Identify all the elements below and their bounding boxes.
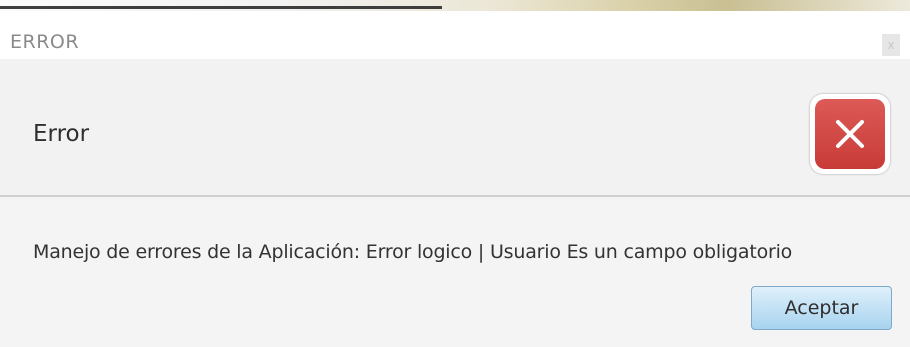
- dialog-content: Manejo de errores de la Aplicación: Erro…: [0, 197, 910, 347]
- close-button[interactable]: x: [882, 34, 900, 56]
- dialog-header: Error: [0, 59, 910, 195]
- error-icon-badge: [815, 99, 885, 169]
- window-title: ERROR: [10, 31, 80, 53]
- error-icon: [810, 94, 890, 174]
- background-window-strip: [0, 0, 910, 11]
- error-message: Manejo de errores de la Aplicación: Erro…: [33, 241, 793, 263]
- title-bar[interactable]: ERROR x: [0, 11, 910, 59]
- x-icon: [836, 120, 864, 148]
- accept-button[interactable]: Aceptar: [751, 286, 892, 330]
- error-dialog: ERROR x Error Manejo de errores de la Ap…: [0, 0, 910, 347]
- background-window-edge: [0, 6, 442, 9]
- header-text: Error: [33, 121, 90, 147]
